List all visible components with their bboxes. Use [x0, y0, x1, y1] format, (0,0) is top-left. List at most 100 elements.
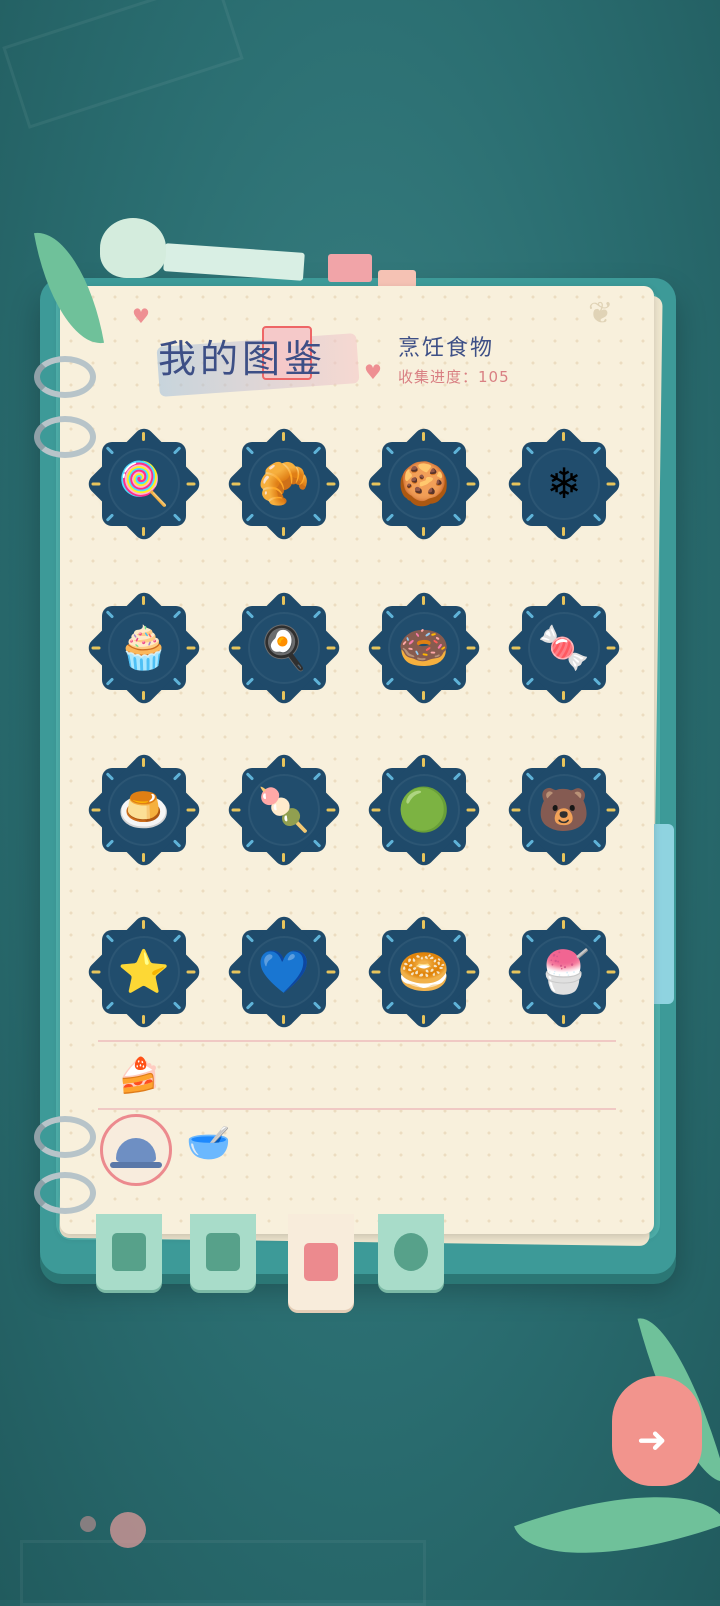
- badge-tick: [326, 808, 336, 812]
- collection-item-star-cookie[interactable]: ⭐: [80, 908, 208, 1036]
- badge-tick: [422, 853, 425, 862]
- collection-item-shaved-ice[interactable]: 🍧: [500, 908, 628, 1036]
- badge-tick: [511, 646, 521, 650]
- shaved-ice-icon: 🍧: [537, 947, 591, 996]
- badge-tick: [511, 482, 521, 486]
- category-title: 烹饪食物: [398, 336, 495, 361]
- dish-category-button[interactable]: [100, 1114, 172, 1186]
- dot-decoration: [80, 1516, 96, 1532]
- badge-tick: [606, 646, 616, 650]
- pink-cotton-candy-icon: 🍡: [257, 785, 311, 834]
- badge-tick: [422, 758, 425, 767]
- collection-item-croissant[interactable]: 🥐: [220, 420, 348, 548]
- badge-tick: [466, 646, 476, 650]
- donut-icon: 🍩: [397, 623, 451, 672]
- badge-tick: [142, 853, 145, 862]
- book-icon: [304, 1243, 338, 1281]
- progress-label: 收集进度：: [398, 368, 479, 386]
- badge-tick: [606, 970, 616, 974]
- flower-icon: [394, 1233, 428, 1271]
- badge-tick: [91, 808, 101, 812]
- badge-tick: [606, 808, 616, 812]
- badge-tick: [231, 646, 241, 650]
- badge-tick: [562, 527, 565, 536]
- badge-tick: [142, 596, 145, 605]
- collection-item-blue-pudding[interactable]: 🍮: [80, 746, 208, 874]
- badge-tick: [142, 1015, 145, 1024]
- collection-item-candy-cane[interactable]: 🍬: [500, 584, 628, 712]
- collection-item-cat-bun[interactable]: 🥯: [360, 908, 488, 1036]
- tab-flower[interactable]: [378, 1214, 444, 1290]
- cloche-icon: [110, 1138, 162, 1168]
- notes-icon: [112, 1233, 146, 1271]
- back-arrow-icon[interactable]: ➜: [624, 1420, 680, 1461]
- category-row: 🥣: [98, 1108, 616, 1188]
- collection-item-snowflake-cookie[interactable]: ❄: [500, 420, 628, 548]
- collection-item-bear-cake[interactable]: 🐻: [500, 746, 628, 874]
- bowl-icon[interactable]: 🥣: [186, 1122, 231, 1164]
- album-icon: [206, 1233, 240, 1271]
- binder-ring: [34, 1172, 96, 1214]
- badge-tick: [282, 596, 285, 605]
- badge-tick: [422, 596, 425, 605]
- collection-item-pink-cotton-candy[interactable]: 🍡: [220, 746, 348, 874]
- collection-item-chocolate-cookies[interactable]: 🍪: [360, 420, 488, 548]
- badge-tick: [142, 920, 145, 929]
- badge-tick: [422, 920, 425, 929]
- badge-tick: [466, 808, 476, 812]
- cat-bun-icon: 🥯: [397, 947, 451, 996]
- background-frame: [20, 1540, 426, 1606]
- dot-decoration: [110, 1512, 146, 1548]
- decorative-tape: [163, 243, 305, 281]
- collection-item-egg-tart[interactable]: 🍳: [220, 584, 348, 712]
- badge-tick: [231, 970, 241, 974]
- badge-tick: [282, 1015, 285, 1024]
- collection-item-cloud-cake[interactable]: 🧁: [80, 584, 208, 712]
- egg-tart-icon: 🍳: [257, 623, 311, 672]
- badge-tick: [511, 808, 521, 812]
- green-jelly-icon: 🟢: [397, 785, 451, 834]
- snowflake-cookie-icon: ❄: [546, 459, 582, 508]
- badge-tick: [562, 596, 565, 605]
- badge-tick: [91, 970, 101, 974]
- candy-cane-icon: 🍬: [537, 623, 591, 672]
- cloud-cake-icon: 🧁: [117, 623, 171, 672]
- collection-progress: 收集进度：105: [398, 366, 510, 387]
- badge-tick: [231, 482, 241, 486]
- collection-item-green-jelly[interactable]: 🟢: [360, 746, 488, 874]
- tab-collection[interactable]: [288, 1214, 354, 1310]
- badge-tick: [186, 646, 196, 650]
- badge-tick: [326, 970, 336, 974]
- collection-item-donut[interactable]: 🍩: [360, 584, 488, 712]
- badge-tick: [142, 758, 145, 767]
- tab-album[interactable]: [190, 1214, 256, 1290]
- binder-ring: [34, 1116, 96, 1158]
- category-row-dessert[interactable]: 🍰: [98, 1040, 616, 1110]
- cake-icon[interactable]: 🍰: [118, 1056, 160, 1096]
- badge-tick: [371, 970, 381, 974]
- badge-tick: [142, 527, 145, 536]
- badge-tick: [282, 853, 285, 862]
- leaf-stamp-icon: ❦: [588, 296, 614, 331]
- page-header: 我的图鉴: [128, 318, 398, 397]
- bear-cake-icon: 🐻: [537, 785, 591, 834]
- collection-item-candy-flower[interactable]: 🍭: [80, 420, 208, 548]
- badge-tick: [142, 691, 145, 700]
- tab-notes[interactable]: [96, 1214, 162, 1290]
- badge-tick: [422, 432, 425, 441]
- badge-tick: [371, 646, 381, 650]
- badge-tick: [562, 853, 565, 862]
- badge-tick: [282, 691, 285, 700]
- badge-tick: [606, 482, 616, 486]
- badge-tick: [91, 482, 101, 486]
- badge-tick: [422, 1015, 425, 1024]
- star-cookie-icon: ⭐: [117, 947, 171, 996]
- badge-tick: [186, 970, 196, 974]
- collection-item-heart-roll-cake[interactable]: 💙: [220, 908, 348, 1036]
- chocolate-cookies-icon: 🍪: [397, 459, 451, 508]
- heart-icon: ♥: [132, 304, 150, 328]
- heart-icon: ♥: [364, 360, 382, 384]
- badge-tick: [282, 527, 285, 536]
- decorative-tape: [328, 254, 372, 282]
- badge-tick: [371, 808, 381, 812]
